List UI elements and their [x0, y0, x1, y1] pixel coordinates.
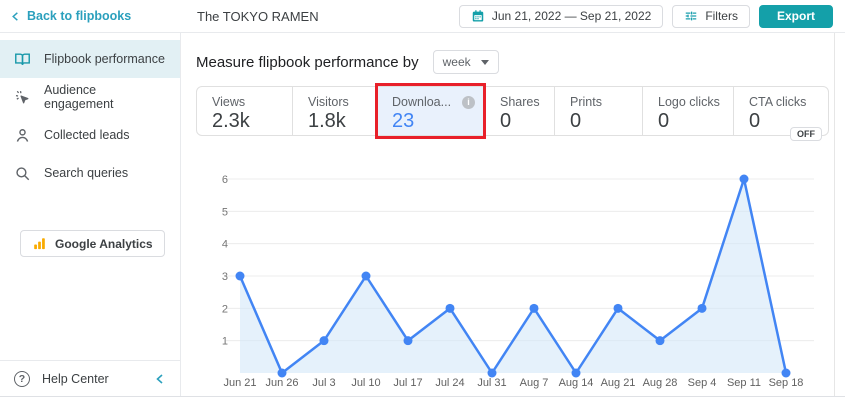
svg-text:Sep 18: Sep 18 — [769, 377, 804, 389]
stat-label: CTA clicks — [749, 95, 807, 109]
stat-value: 23 — [392, 110, 415, 132]
stat-value: 0 — [500, 110, 512, 132]
sidebar-item-label: Search queries — [44, 166, 129, 180]
filters-label: Filters — [705, 9, 738, 23]
off-badge: OFF — [790, 127, 822, 141]
stat-label: Downloa... — [392, 95, 452, 109]
svg-text:5: 5 — [222, 206, 228, 218]
main-content: Measure flipbook performance by week Vie… — [181, 33, 845, 396]
back-to-flipbooks-link[interactable]: Back to flipbooks — [0, 9, 181, 23]
main-panel: Measure flipbook performance by week Vie… — [181, 33, 835, 396]
stat-value: 2.3k — [212, 110, 250, 132]
search-icon — [14, 165, 31, 182]
stat-label: Views — [212, 95, 246, 109]
stat-label: Logo clicks — [658, 95, 720, 109]
google-analytics-button[interactable]: Google Analytics — [20, 230, 165, 257]
measure-label: Measure flipbook performance by — [196, 53, 419, 71]
svg-text:Jun 21: Jun 21 — [223, 377, 256, 389]
sidebar-item-label: Collected leads — [44, 128, 130, 142]
google-analytics-label: Google Analytics — [55, 236, 153, 251]
svg-text:Jul 10: Jul 10 — [351, 377, 380, 389]
svg-text:Sep 11: Sep 11 — [727, 377, 761, 389]
period-select[interactable]: week — [432, 50, 499, 74]
chevron-down-icon — [480, 59, 489, 65]
stat-card-shares[interactable]: Shares 0 — [484, 87, 554, 135]
svg-text:Aug 21: Aug 21 — [601, 377, 636, 389]
stat-label: Visitors — [308, 95, 349, 109]
help-center-link[interactable]: ? Help Center — [0, 360, 180, 396]
svg-text:Jul 17: Jul 17 — [393, 377, 422, 389]
stat-card-logo-clicks[interactable]: Logo clicks 0 — [642, 87, 733, 135]
top-bar-actions: Jun 21, 2022 — Sep 21, 2022 Filters Expo… — [458, 4, 845, 28]
stat-value: 0 — [658, 110, 670, 132]
svg-text:Aug 28: Aug 28 — [643, 377, 678, 389]
controls-row: Measure flipbook performance by week — [196, 50, 834, 74]
stat-card-visitors[interactable]: Visitors 1.8k — [292, 87, 376, 135]
page-title: The TOKYO RAMEN — [197, 8, 319, 24]
book-icon — [14, 51, 31, 68]
stat-value: 0 — [570, 110, 582, 132]
svg-text:1: 1 — [222, 336, 228, 348]
date-range-button[interactable]: Jun 21, 2022 — Sep 21, 2022 — [458, 4, 664, 28]
date-range-label: Jun 21, 2022 — Sep 21, 2022 — [491, 9, 652, 23]
sidebar-item-search-queries[interactable]: Search queries — [0, 154, 180, 192]
app-window: Back to flipbooks The TOKYO RAMEN Jun 21 — [0, 0, 845, 397]
sidebar-item-audience-engagement[interactable]: Audience engagement — [0, 78, 180, 116]
stat-label: Shares — [500, 95, 540, 109]
period-select-value: week — [442, 55, 471, 69]
stat-card-downloads[interactable]: Downloa... i 23 — [375, 83, 486, 139]
sidebar-item-label: Audience engagement — [44, 83, 114, 111]
svg-text:Aug 14: Aug 14 — [559, 377, 594, 389]
chevron-left-icon — [10, 11, 21, 22]
stat-card-prints[interactable]: Prints 0 — [554, 87, 642, 135]
downloads-chart[interactable]: 1 2 3 4 5 6 Jun 21 Jun 26 Jul 3 Jul 10 Jul 17 Jul 2… — [196, 165, 828, 393]
chart-area: 1 2 3 4 5 6 Jun 21 Jun 26 Jul 3 Jul 10 Jul 17 Jul 2… — [196, 165, 828, 398]
svg-text:4: 4 — [222, 239, 228, 251]
stat-value: 1.8k — [308, 110, 346, 132]
info-icon[interactable]: i — [462, 95, 475, 109]
help-center-label: Help Center — [42, 371, 109, 386]
cursor-click-icon — [14, 89, 31, 106]
calendar-icon — [471, 9, 485, 23]
sidebar-collapse-button[interactable] — [154, 373, 166, 385]
sidebar-nav: Flipbook performance Audience engagement — [0, 33, 180, 192]
svg-text:Jul 31: Jul 31 — [477, 377, 506, 389]
svg-text:2: 2 — [222, 303, 228, 315]
svg-text:Jul 3: Jul 3 — [312, 377, 335, 389]
person-icon — [14, 127, 31, 144]
filter-sliders-icon — [684, 9, 698, 23]
stat-card-cta-clicks[interactable]: CTA clicks 0 OFF — [733, 87, 828, 141]
analytics-bars-icon — [32, 236, 47, 251]
stats-row: Views 2.3k Visitors 1.8k Downloa... i 23 — [196, 83, 829, 141]
back-link-label: Back to flipbooks — [27, 9, 132, 23]
svg-text:6: 6 — [222, 174, 228, 186]
help-icon: ? — [14, 370, 30, 387]
sidebar-item-label: Flipbook performance — [44, 52, 165, 66]
sidebar-item-collected-leads[interactable]: Collected leads — [0, 116, 180, 154]
filters-button[interactable]: Filters — [672, 4, 750, 28]
sidebar-item-flipbook-performance[interactable]: Flipbook performance — [0, 40, 180, 78]
svg-text:3: 3 — [222, 271, 228, 283]
top-bar: Back to flipbooks The TOKYO RAMEN Jun 21 — [0, 0, 845, 33]
stat-label: Prints — [570, 95, 602, 109]
svg-text:Jul 24: Jul 24 — [435, 377, 464, 389]
svg-text:Jun 26: Jun 26 — [265, 377, 298, 389]
export-button[interactable]: Export — [758, 4, 833, 28]
sidebar: Flipbook performance Audience engagement — [0, 33, 181, 396]
svg-text:Aug 7: Aug 7 — [520, 377, 549, 389]
svg-text:Sep 4: Sep 4 — [688, 377, 717, 389]
stat-card-views[interactable]: Views 2.3k — [197, 87, 292, 135]
